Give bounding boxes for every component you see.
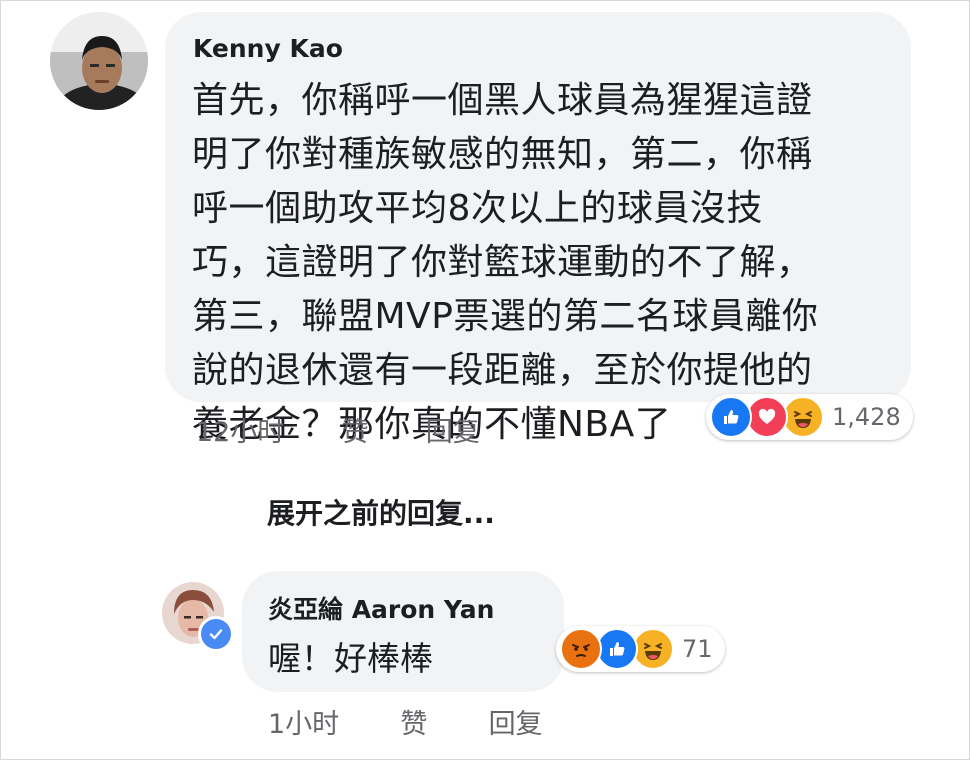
love-icon bbox=[746, 396, 788, 438]
like-icon bbox=[596, 628, 638, 670]
comment-timestamp[interactable]: 12小时 bbox=[196, 410, 284, 449]
angry-icon bbox=[560, 628, 602, 670]
reactions-summary[interactable]: 1,428 bbox=[706, 394, 913, 440]
profile-photo-icon bbox=[50, 12, 148, 110]
reaction-count: 1,428 bbox=[832, 403, 901, 431]
comment-author[interactable]: Kenny Kao bbox=[193, 34, 343, 63]
verified-badge-icon bbox=[198, 616, 234, 652]
like-icon bbox=[710, 396, 752, 438]
comment-actions: 12小时 赞 回复 bbox=[196, 410, 480, 449]
reply-button[interactable]: 回复 bbox=[489, 702, 543, 741]
reactions-summary[interactable]: 71 bbox=[556, 626, 725, 672]
reply-text: 喔！好棒棒 bbox=[268, 639, 433, 678]
expand-previous-replies-link[interactable]: 展开之前的回复... bbox=[267, 492, 495, 532]
like-button[interactable]: 赞 bbox=[342, 410, 369, 449]
reply-timestamp[interactable]: 1小时 bbox=[268, 702, 339, 741]
haha-icon bbox=[782, 396, 824, 438]
reply-author[interactable]: 炎亞綸 Aaron Yan bbox=[268, 590, 494, 626]
reply-actions: 1小时 赞 回复 bbox=[268, 702, 543, 741]
haha-icon bbox=[632, 628, 674, 670]
reaction-count: 71 bbox=[682, 635, 713, 663]
like-button[interactable]: 赞 bbox=[400, 702, 427, 741]
reply-button[interactable]: 回复 bbox=[426, 410, 480, 449]
avatar-kenny-kao[interactable] bbox=[50, 12, 148, 110]
